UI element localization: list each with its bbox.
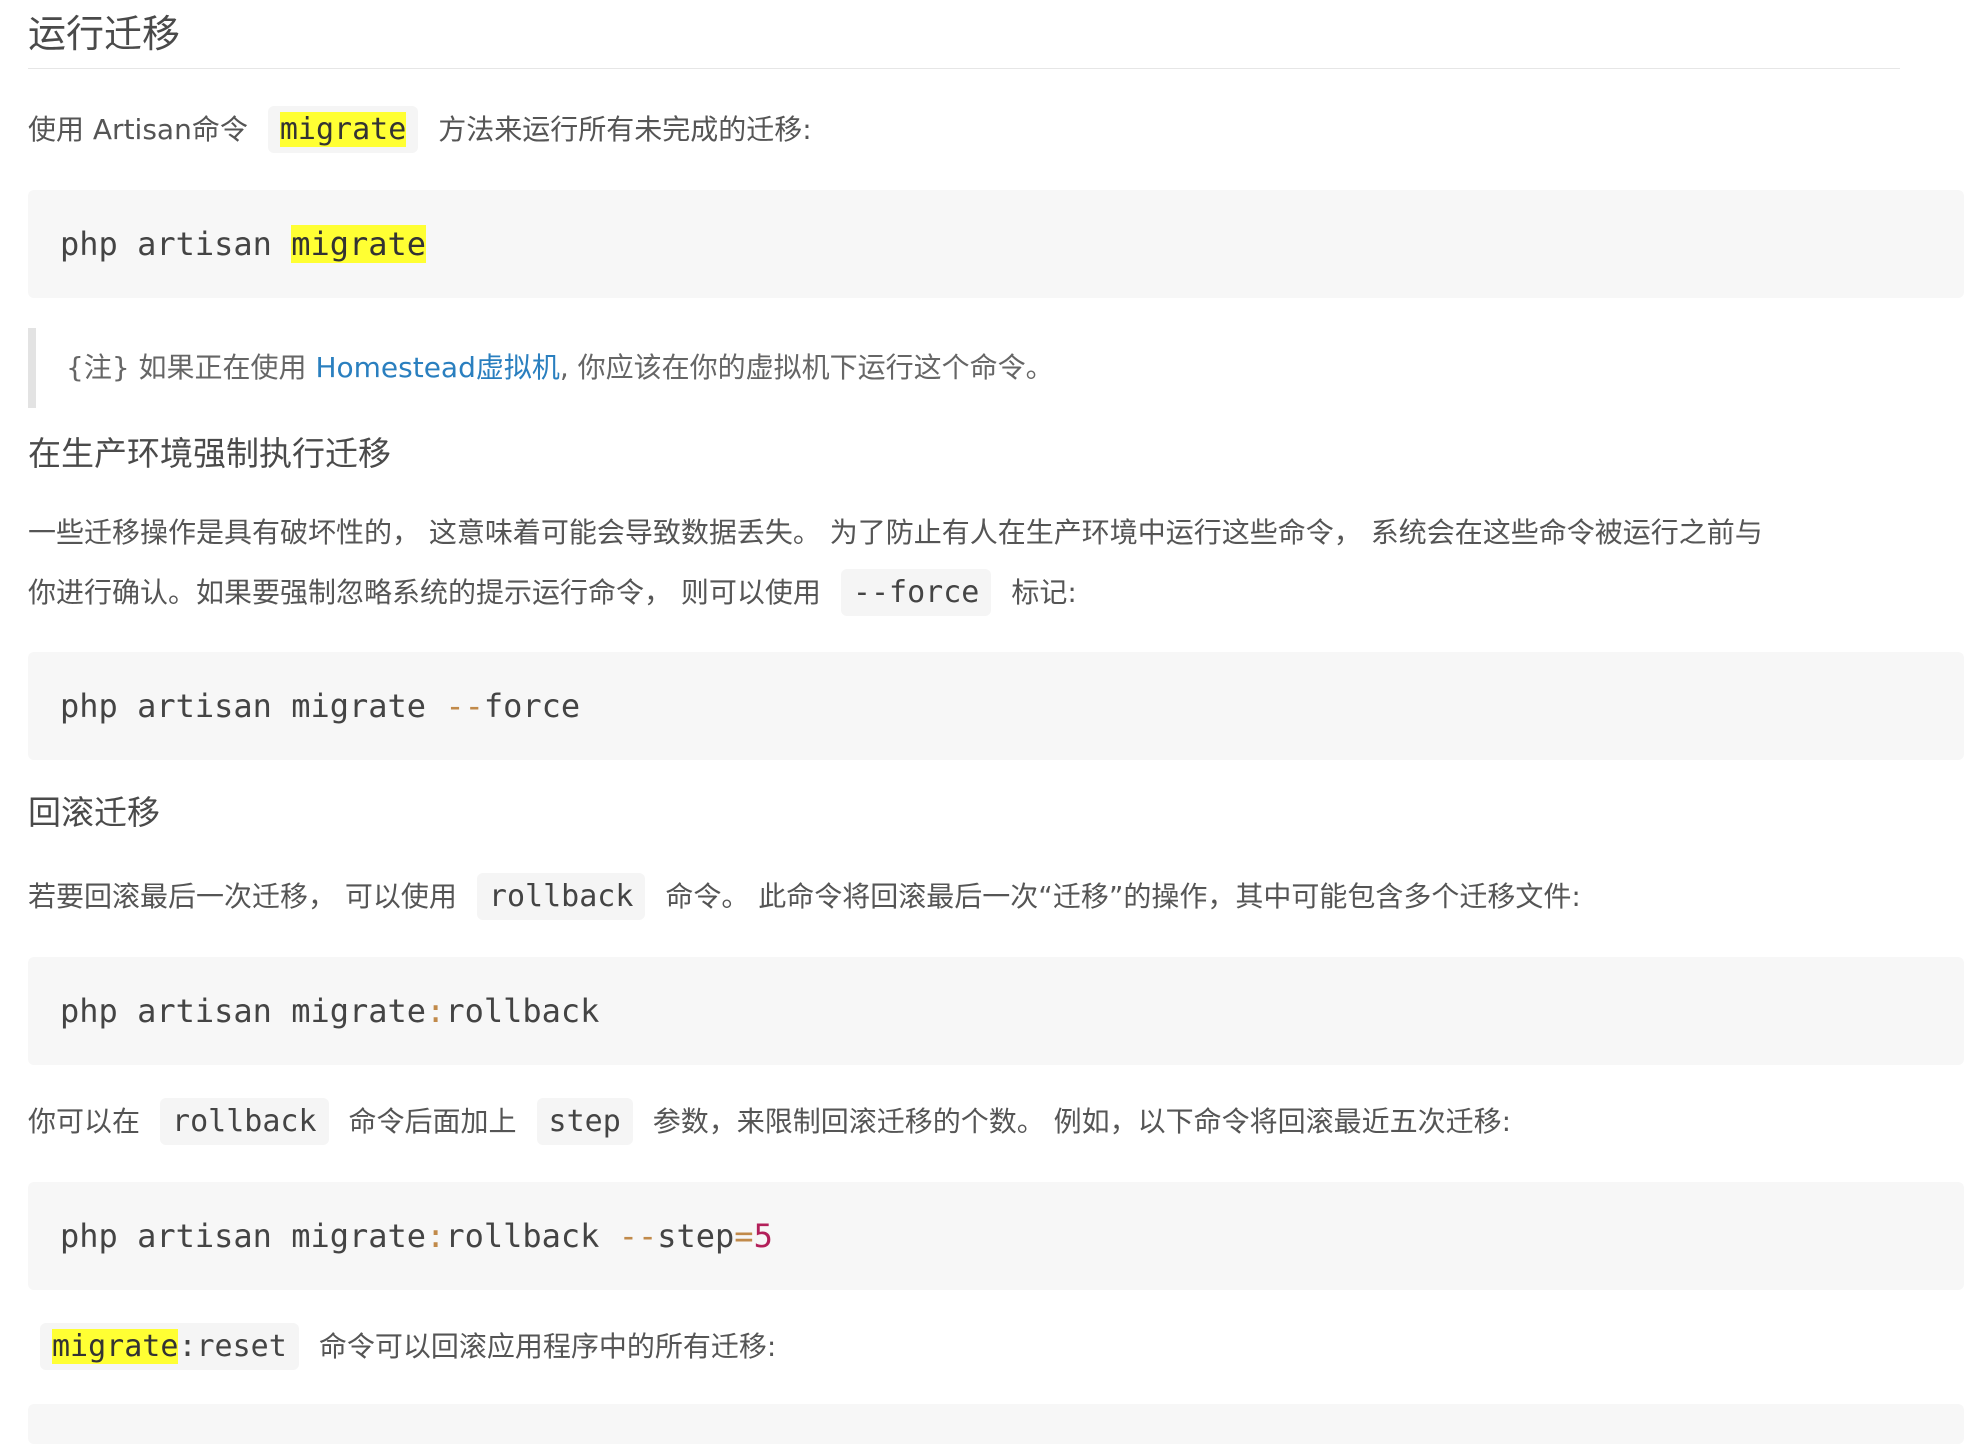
text: 命令后面加上 [348,1105,517,1138]
paragraph-run-intro: 使用 Artisan命令 migrate 方法来运行所有未完成的迁移: [28,100,1900,160]
code-text: php artisan migrate [60,687,446,725]
text: 若要回滚最后一次迁移， 可以使用 [28,880,457,913]
paragraph-rollback-step: 你可以在 rollback 命令后面加上 step 参数，来限制回滚迁移的个数。 例如，… [28,1092,1900,1152]
code-number: 5 [753,1217,773,1255]
code-punct: : [426,1217,446,1255]
code-block-rollback: php artisan migrate:rollback [28,957,1964,1065]
section-title-rollback: 回滚迁移 [28,793,160,832]
code-block-reset-partial [28,1404,1964,1444]
code-text: php artisan migrate [60,992,427,1030]
paragraph-force-line2: 你进行确认。如果要强制忽略系统的提示运行命令， 则可以使用 --force 标记: [28,563,1900,623]
text: 方法来运行所有未完成的迁移: [438,113,812,146]
text: 命令。 此命令将回滚最后一次“迁移”的操作，其中可能包含多个迁移文件: [665,880,1581,913]
code-block-rollback-step: php artisan migrate:rollback --step=5 [28,1182,1964,1290]
note-text: {注} 如果正在使用 [66,351,316,384]
text: 命令可以回滚应用程序中的所有迁移: [318,1330,777,1363]
code-punct: : [426,992,446,1030]
paragraph-rollback-intro: 若要回滚最后一次迁移， 可以使用 rollback 命令。 此命令将回滚最后一次“迁… [28,867,1900,927]
inline-code-migrate-reset: migrate:reset [40,1323,299,1370]
code-text: php artisan migrate [60,1217,427,1255]
text: 你可以在 [28,1105,141,1138]
inline-code-rollback: rollback [476,873,646,920]
inline-code-migrate: migrate [267,106,419,153]
section-title-run: 运行迁移 [28,0,1900,69]
homestead-link[interactable]: Homestead虚拟机 [315,351,559,384]
paragraph-reset: migrate:reset 命令可以回滚应用程序中的所有迁移: [28,1317,1900,1377]
search-highlight: migrate [291,225,427,263]
code-block-migrate: php artisan migrate [28,190,1964,298]
text: 参数，来限制回滚迁移的个数。 例如，以下命令将回滚最近五次迁移: [652,1105,1512,1138]
code-text: rollback [445,992,600,1030]
note-text: , 你应该在你的虚拟机下运行这个命令。 [559,351,1054,384]
search-highlight: migrate [52,1329,179,1364]
search-highlight: migrate [279,112,407,147]
code-text: php artisan [60,225,292,263]
paragraph-force-line1: 一些迁移操作是具有破坏性的， 这意味着可能会导致数据丢失。 为了防止有人在生产环… [28,516,1763,549]
text: 你进行确认。如果要强制忽略系统的提示运行命令， 则可以使用 [28,576,821,609]
note-homestead: {注} 如果正在使用 Homestead虚拟机, 你应该在你的虚拟机下运行这个命… [28,328,1938,408]
code-text: :reset [178,1329,287,1364]
code-text: step [657,1217,735,1255]
code-text: rollback [445,1217,619,1255]
code-operator: -- [618,1217,658,1255]
code-operator: = [734,1217,754,1255]
inline-code-rollback: rollback [160,1098,329,1145]
text: 标记: [1011,576,1077,609]
inline-code-step: step [536,1098,633,1145]
text: 使用 Artisan命令 [28,113,248,146]
code-operator: -- [445,687,484,725]
code-text: force [483,687,581,725]
section-title-force: 在生产环境强制执行迁移 [28,434,391,473]
inline-code-force: --force [840,569,992,616]
code-block-force: php artisan migrate --force [28,652,1964,760]
